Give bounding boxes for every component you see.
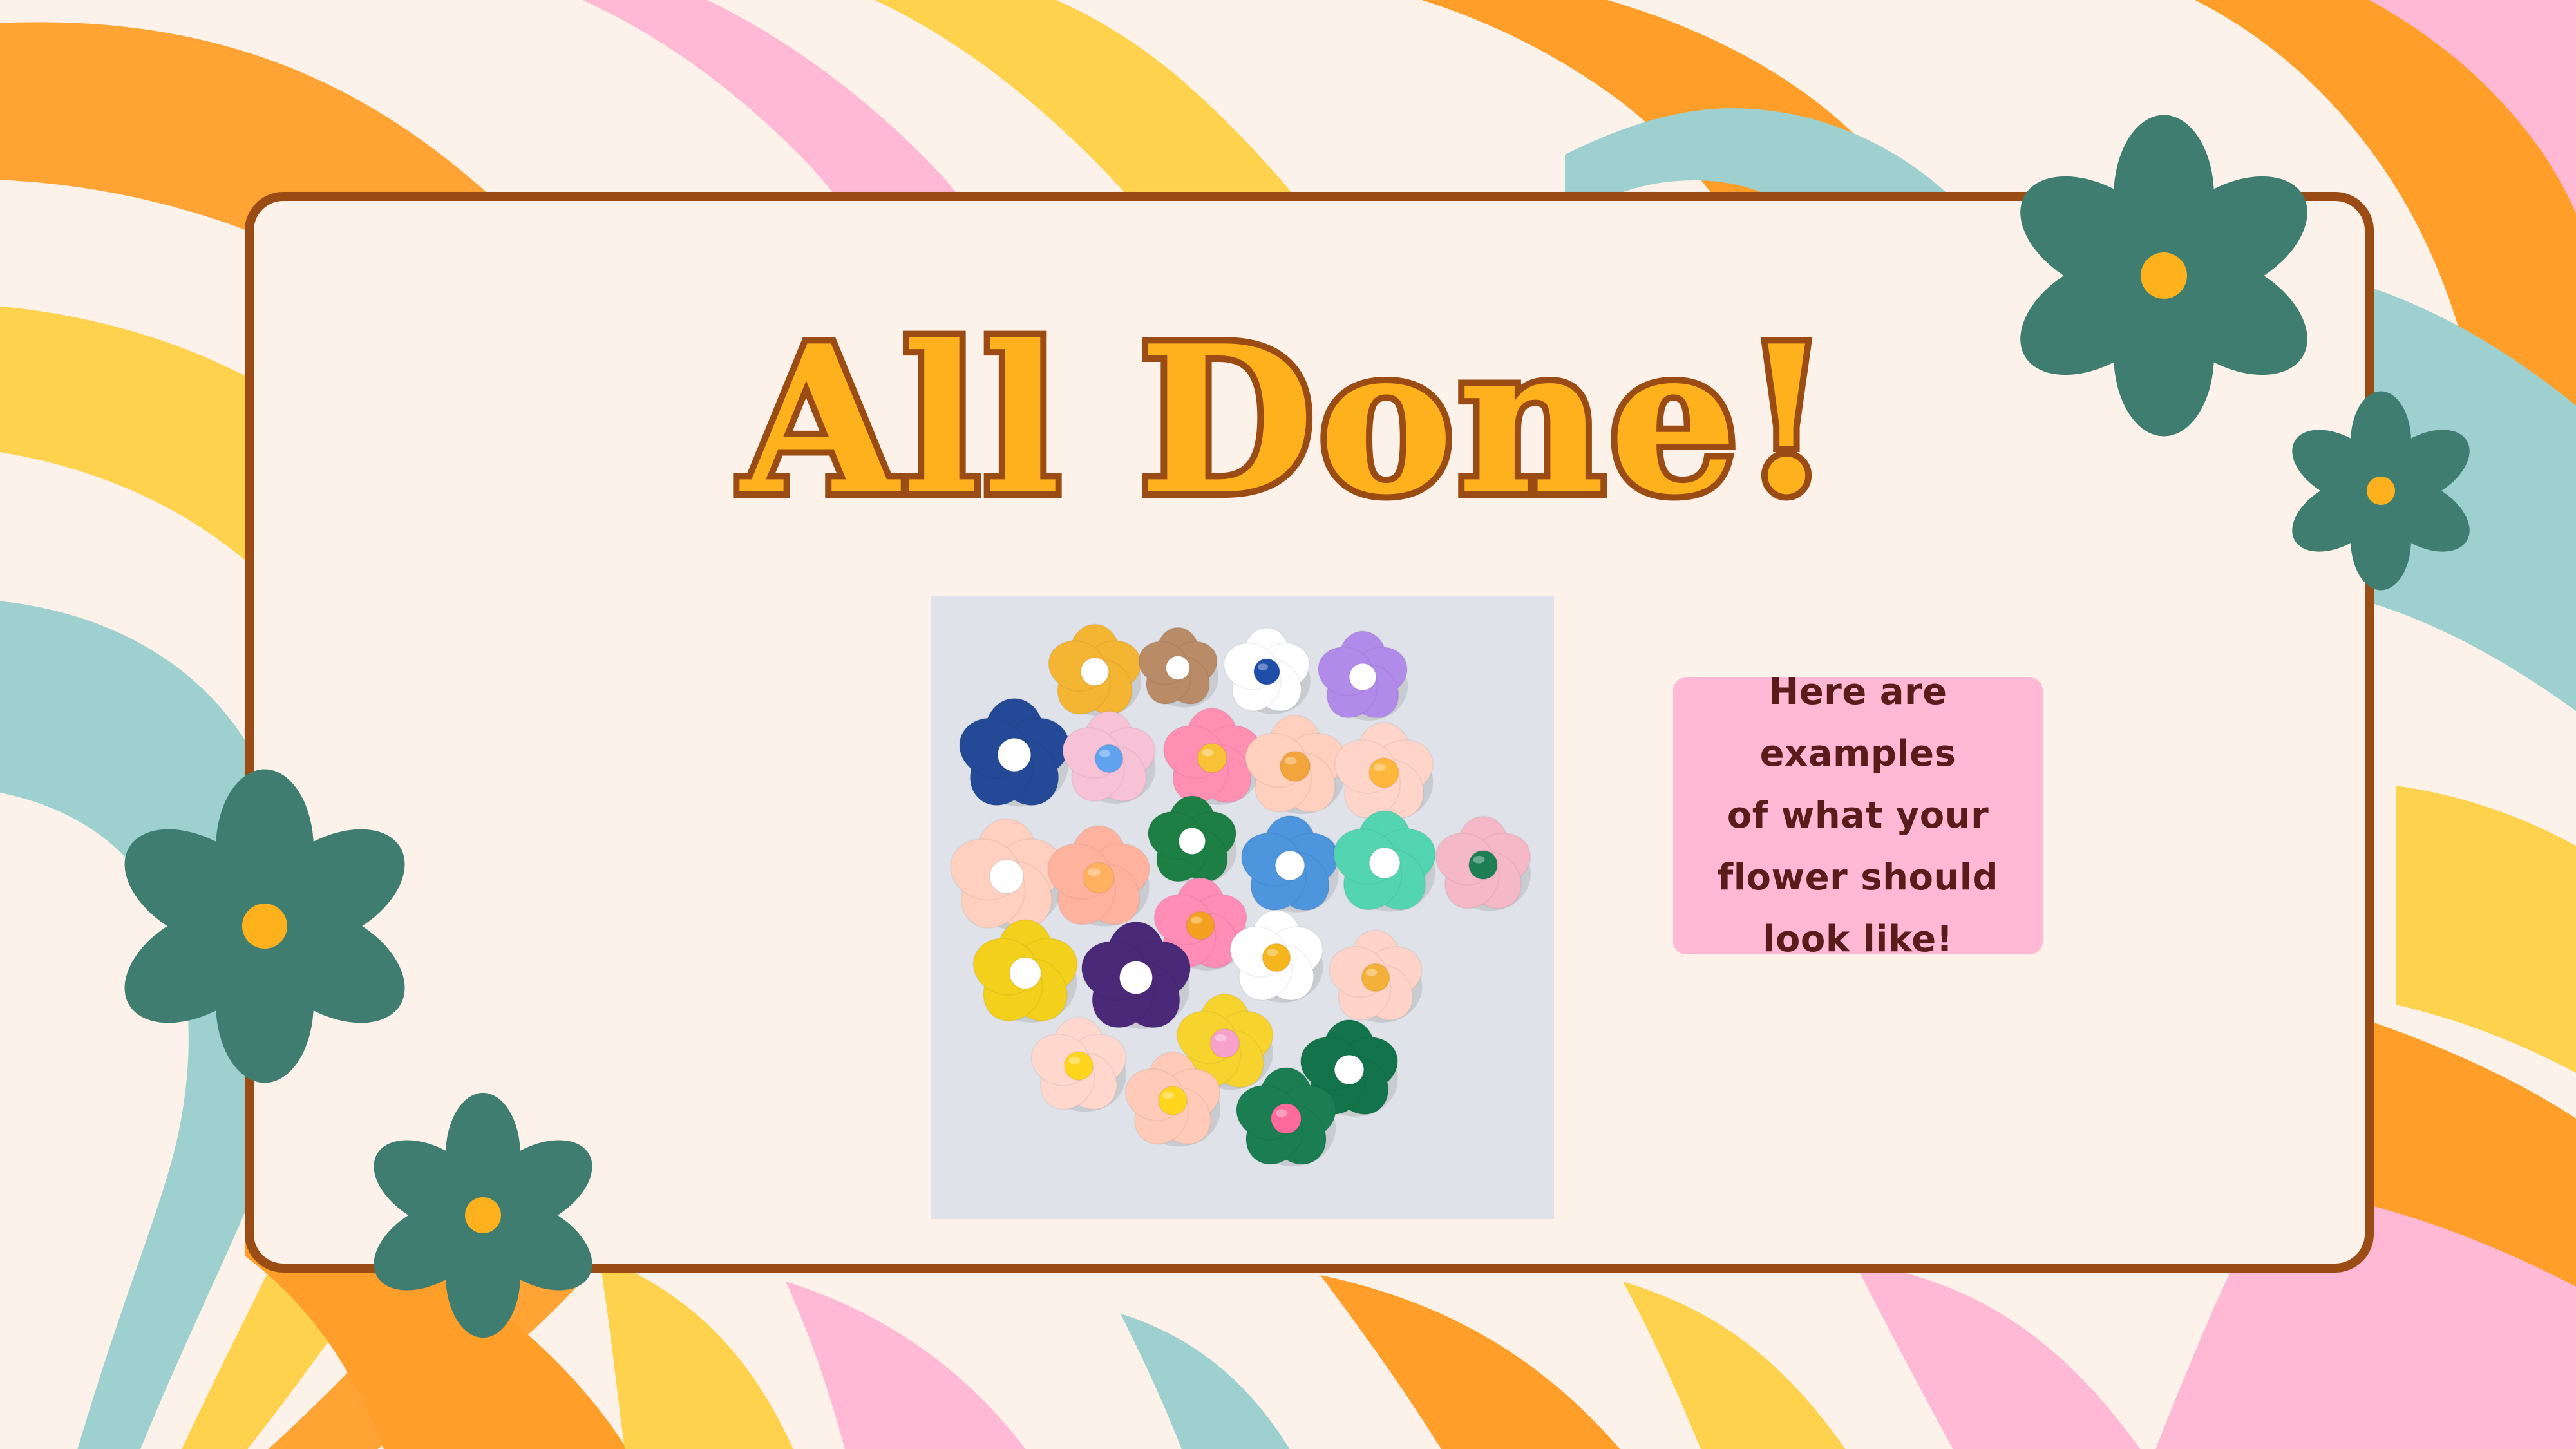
photo-flower-shine: [1284, 757, 1297, 765]
photo-flower-center: [1197, 743, 1227, 773]
photo-flower-center: [1270, 1103, 1302, 1135]
photo-flower-shine: [1068, 1057, 1081, 1065]
photo-flower-center: [1274, 850, 1305, 881]
photo-flower-center: [1178, 827, 1206, 855]
photo-flower-center: [1253, 658, 1280, 685]
photo-flower-center: [1349, 663, 1377, 691]
flower-photo: [931, 596, 1554, 1219]
photo-flower-shine: [1182, 833, 1194, 840]
photo-flower-shine: [1365, 969, 1378, 976]
photo-flower-center: [1063, 1050, 1094, 1081]
photo-flower-shine: [1275, 1109, 1288, 1117]
flower-icon: [2275, 384, 2487, 597]
photo-flower-center: [1368, 847, 1401, 879]
photo-flower-shine: [1099, 750, 1111, 757]
photo-flower-center: [1368, 757, 1399, 788]
photo-flower-center: [1361, 963, 1390, 992]
instruction-note-text: Here are examples of what your flower sh…: [1717, 671, 1999, 960]
photo-flower-shine: [1088, 868, 1101, 876]
photo-flower-shine: [1084, 663, 1097, 670]
photo-flower-shine: [1002, 744, 1016, 753]
photo-flower-center: [1186, 911, 1215, 940]
photo-flower-shine: [1124, 967, 1138, 976]
photo-flower-center: [1094, 744, 1124, 773]
photo-flower-shine: [1280, 856, 1292, 864]
slide-canvas: All Done! Here are examples of what your…: [0, 0, 2576, 1449]
photo-flower-center: [989, 858, 1025, 895]
photo-flower-shine: [1473, 856, 1485, 864]
photo-flower-center: [1279, 750, 1311, 782]
photo-flower-shine: [1215, 1034, 1227, 1042]
flower-photo-image: [931, 596, 1554, 1219]
photo-flower-center: [1080, 657, 1110, 687]
photo-flower-shine: [1162, 1092, 1175, 1099]
photo-flower-shine: [1266, 949, 1278, 956]
photo-flower-center: [1468, 849, 1499, 880]
slide-title: All Done!: [735, 295, 1837, 546]
photo-flower-shine: [1202, 748, 1214, 757]
flower-icon: [351, 1083, 615, 1347]
photo-flower-shine: [1339, 1060, 1351, 1068]
photo-flower-center: [1009, 956, 1042, 990]
photo-flower-shine: [994, 866, 1009, 875]
photo-flower-center: [1157, 1085, 1188, 1116]
photo-flower-center: [1262, 943, 1291, 972]
flower-icon: [95, 757, 434, 1095]
photo-flower-center: [1119, 960, 1153, 995]
photo-flower-shine: [1374, 853, 1387, 862]
photo-flower-shine: [1373, 763, 1386, 772]
photo-flower-center: [997, 737, 1032, 772]
photo-flower-shine: [1190, 916, 1202, 924]
photo-flower-center: [1083, 862, 1115, 894]
photo-flower-center: [1334, 1054, 1365, 1085]
photo-flower-center: [1165, 655, 1191, 681]
photo-flower-shine: [1257, 663, 1269, 670]
instruction-note: Here are examples of what your flower sh…: [1673, 671, 2043, 960]
photo-flower-shine: [1014, 963, 1027, 972]
photo-flower-shine: [1353, 668, 1365, 676]
photo-flower-shine: [1170, 660, 1180, 667]
photo-flower-center: [1209, 1028, 1240, 1059]
